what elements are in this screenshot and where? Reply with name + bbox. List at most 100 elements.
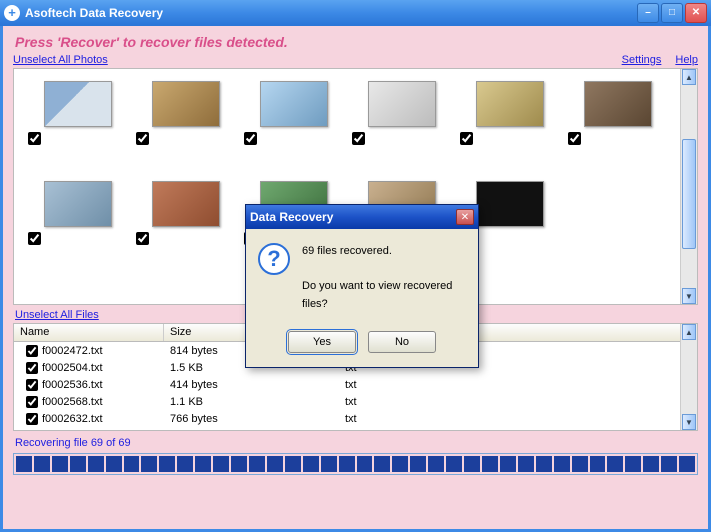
app-title: Asoftech Data Recovery (25, 6, 637, 20)
progress-segment (213, 456, 229, 472)
col-name[interactable]: Name (14, 324, 164, 341)
minimize-button[interactable]: – (637, 3, 659, 23)
question-icon: ? (258, 243, 290, 275)
photo-image[interactable] (476, 181, 544, 227)
progress-segment (679, 456, 695, 472)
unselect-all-files-link[interactable]: Unselect All Files (15, 309, 99, 321)
photos-scrollbar[interactable]: ▲ ▼ (680, 69, 697, 304)
file-checkbox[interactable] (26, 362, 38, 374)
maximize-button[interactable]: □ (661, 3, 683, 23)
file-checkbox[interactable] (26, 379, 38, 391)
help-link[interactable]: Help (675, 54, 698, 66)
photo-image[interactable] (476, 81, 544, 127)
no-button[interactable]: No (368, 331, 436, 353)
photo-checkbox[interactable] (460, 132, 473, 145)
progress-segment (70, 456, 86, 472)
file-name: f0002536.txt (42, 379, 103, 391)
dialog: Data Recovery ✕ ? 69 files recovered. Do… (245, 204, 479, 368)
app-icon: + (4, 5, 20, 21)
col-rest (479, 324, 697, 341)
files-scrollbar[interactable]: ▲ ▼ (680, 324, 697, 430)
dialog-line1: 69 files recovered. (302, 243, 466, 261)
photo-checkbox[interactable] (352, 132, 365, 145)
progress-segment (177, 456, 193, 472)
progress-segment (303, 456, 319, 472)
progress-segment (106, 456, 122, 472)
photo-image[interactable] (44, 181, 112, 227)
yes-button[interactable]: Yes (288, 331, 356, 353)
dialog-title: Data Recovery (250, 210, 333, 224)
progress-segment (52, 456, 68, 472)
progress-segment (357, 456, 373, 472)
scroll-thumb[interactable] (682, 139, 696, 249)
dialog-close-button[interactable]: ✕ (456, 209, 474, 225)
photo-thumb[interactable] (24, 175, 132, 275)
dialog-text: 69 files recovered. Do you want to view … (302, 243, 466, 313)
file-name-cell: f0002632.txt (20, 413, 164, 425)
progress-segment (661, 456, 677, 472)
status-text: Recovering file 69 of 69 (15, 437, 698, 449)
scroll-down-arrow[interactable]: ▼ (682, 288, 696, 304)
progress-segment (410, 456, 426, 472)
photo-image[interactable] (368, 81, 436, 127)
photo-checkbox[interactable] (28, 232, 41, 245)
progress-segment (374, 456, 390, 472)
progress-segment (249, 456, 265, 472)
progress-segment (554, 456, 570, 472)
photo-image[interactable] (44, 81, 112, 127)
progress-segment (321, 456, 337, 472)
progress-segment (16, 456, 32, 472)
progress-segment (267, 456, 283, 472)
file-size: 1.1 KB (164, 396, 339, 408)
progress-segment (285, 456, 301, 472)
progress-segment (428, 456, 444, 472)
file-row[interactable]: f0002568.txt 1.1 KBtxt (14, 393, 697, 410)
top-links: Unselect All Photos Settings Help (13, 54, 698, 66)
progress-segment (231, 456, 247, 472)
photo-thumb[interactable] (456, 75, 564, 175)
close-button[interactable]: ✕ (685, 3, 707, 23)
photo-image[interactable] (584, 81, 652, 127)
photo-checkbox[interactable] (28, 132, 41, 145)
progress-segment (536, 456, 552, 472)
file-name: f0002568.txt (42, 396, 103, 408)
photo-checkbox[interactable] (136, 232, 149, 245)
photo-thumb[interactable] (24, 75, 132, 175)
photo-thumb[interactable] (132, 75, 240, 175)
photo-checkbox[interactable] (244, 132, 257, 145)
file-checkbox[interactable] (26, 396, 38, 408)
settings-link[interactable]: Settings (622, 54, 662, 66)
file-name-cell: f0002568.txt (20, 396, 164, 408)
unselect-all-photos-link[interactable]: Unselect All Photos (13, 54, 108, 66)
file-row[interactable]: f0002632.txt766 bytestxt (14, 410, 697, 427)
progress-segment (446, 456, 462, 472)
photo-checkbox[interactable] (136, 132, 149, 145)
file-row[interactable]: f0002536.txt414 bytestxt (14, 376, 697, 393)
file-checkbox[interactable] (26, 413, 38, 425)
photo-image[interactable] (152, 81, 220, 127)
dialog-buttons: Yes No (246, 325, 478, 367)
progress-segment (464, 456, 480, 472)
photo-checkbox[interactable] (568, 132, 581, 145)
progress-segment (482, 456, 498, 472)
progress-segment (124, 456, 140, 472)
titlebar: + Asoftech Data Recovery – □ ✕ (0, 0, 711, 26)
photo-image[interactable] (260, 81, 328, 127)
scroll-up-arrow[interactable]: ▲ (682, 69, 696, 85)
file-checkbox[interactable] (26, 345, 38, 357)
file-ext: txt (339, 396, 479, 408)
file-name-cell: f0002472.txt (20, 345, 164, 357)
photo-thumb[interactable] (564, 75, 672, 175)
photo-thumb[interactable] (132, 175, 240, 275)
client-area: Press 'Recover' to recover files detecte… (0, 26, 711, 532)
files-scroll-up[interactable]: ▲ (682, 324, 696, 340)
photo-thumb[interactable] (348, 75, 456, 175)
files-scroll-down[interactable]: ▼ (682, 414, 696, 430)
photo-thumb[interactable] (240, 75, 348, 175)
progress-segment (572, 456, 588, 472)
file-name: f0002632.txt (42, 413, 103, 425)
progress-segment (518, 456, 534, 472)
photo-image[interactable] (152, 181, 220, 227)
dialog-body: ? 69 files recovered. Do you want to vie… (246, 229, 478, 325)
file-name: f0002472.txt (42, 345, 103, 357)
